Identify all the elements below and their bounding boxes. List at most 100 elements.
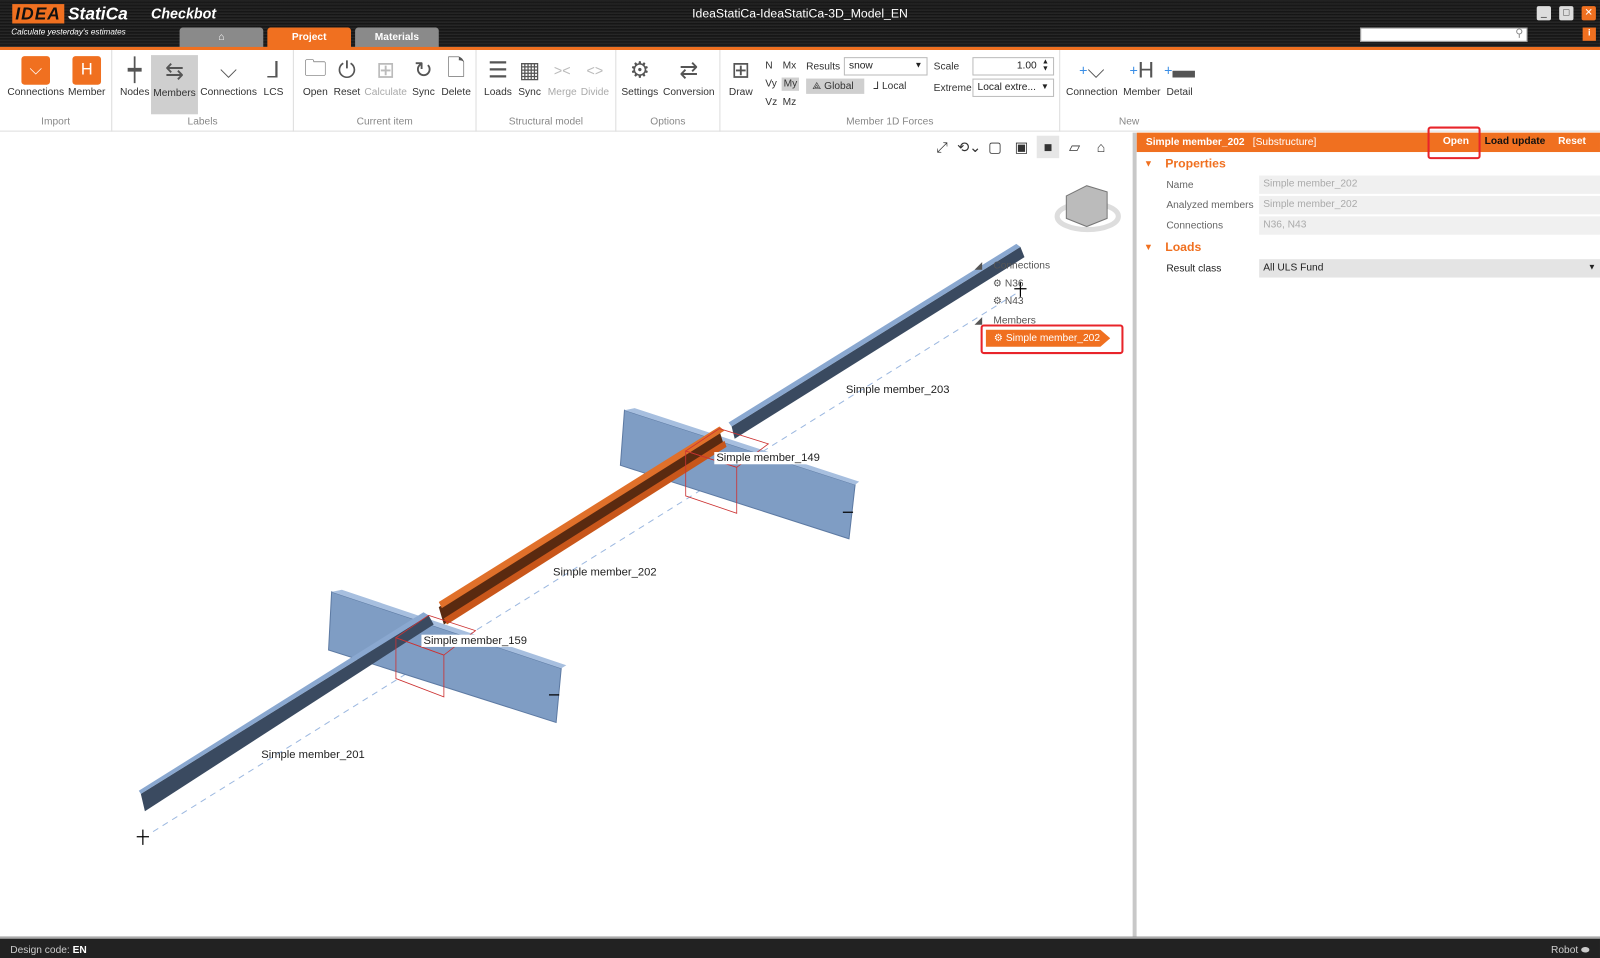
minimize-button[interactable]: _ [1536, 6, 1552, 21]
window-title: IdeaStatiCa-IdeaStatiCa-3D_Model_EN [692, 6, 908, 21]
global-toggle[interactable]: ⟁ Global [806, 78, 865, 94]
force-my[interactable]: My [781, 77, 800, 91]
add-member-icon: + H [1129, 57, 1155, 83]
sliders-icon: ☰ [487, 57, 509, 83]
panel-subtitle: [Substructure] [1252, 136, 1317, 148]
fullscreen-icon[interactable]: ⤢ [931, 136, 953, 158]
connection-icon: ⌵ [21, 56, 50, 85]
members-icon: ⇆ [165, 58, 184, 84]
tree-item-selected-member[interactable]: ⚙ Simple member_202 [985, 329, 1111, 347]
gear-icon: ⚙ [992, 295, 1003, 308]
member-201[interactable] [138, 612, 434, 812]
force-vy[interactable]: Vy [765, 79, 777, 90]
new-member-button[interactable]: + H Member [1121, 54, 1162, 111]
3d-viewport[interactable]: Simple member_203 Simple member_149 Simp… [0, 132, 1133, 937]
home-view-icon[interactable]: ⌂ [1090, 136, 1112, 158]
section-view-icon[interactable]: ▱ [1063, 136, 1085, 158]
tab-home[interactable]: ⌂ [179, 27, 264, 47]
connections-icon: ⌵ [220, 57, 238, 83]
solid-view-icon[interactable]: ■ [1036, 135, 1060, 159]
group-labels: ┿ Nodes ⇆ Members ⌵ Connections ⅃ LCS Labels [112, 49, 294, 132]
view-cube[interactable] [1054, 185, 1121, 233]
tab-project[interactable]: Project [267, 27, 352, 47]
force-mx[interactable]: Mx [783, 60, 797, 71]
member-icon: H [72, 56, 102, 85]
model-sync-button[interactable]: ▦ Sync [515, 54, 544, 111]
reset-button[interactable]: ⏻ Reset [332, 54, 363, 111]
extreme-label: Extreme [933, 82, 972, 94]
refresh-icon: ↻ [414, 57, 433, 83]
scale-stepper[interactable]: 1.00 ▲ ▼ [972, 57, 1055, 76]
group-current-item: 🗀 Open ⏻ Reset ⊞ Calculate ↻ Sync 🗋 Delete Cu… [294, 49, 477, 132]
labels-connections-button[interactable]: ⌵ Connections [200, 54, 257, 111]
conversion-button[interactable]: ⇄ Conversion [661, 54, 716, 111]
chevron-down-icon: ▼ [1040, 81, 1049, 91]
tree-item-n43[interactable]: ⚙ N43 [993, 296, 1024, 307]
sync-button[interactable]: ↻ Sync [409, 54, 438, 111]
design-code-label: Design code: [10, 944, 70, 957]
close-button[interactable]: ✕ [1581, 6, 1596, 21]
tree-item-n36[interactable]: ⚙ N36 [993, 279, 1024, 290]
labels-nodes-button[interactable]: ┿ Nodes [117, 54, 152, 111]
group-options: ⚙ Settings ⇄ Conversion Options [616, 49, 721, 132]
grid-sync-icon: ▦ [518, 57, 541, 83]
model-scene[interactable] [0, 133, 1133, 937]
wireframe-view-icon[interactable]: ▢ [984, 136, 1006, 158]
status-bar: Design code: EN Robot ⬬ [0, 936, 1600, 958]
section-properties[interactable]: ▼ Properties [1137, 152, 1600, 174]
tab-materials[interactable]: Materials [355, 27, 439, 47]
results-dropdown[interactable]: snow ▼ [843, 57, 928, 76]
rotate-icon[interactable]: ⟲⌄ [957, 136, 981, 158]
new-connection-button[interactable]: + ⌵ Connection [1065, 54, 1118, 111]
maximize-button[interactable]: □ [1559, 6, 1574, 21]
calculator-icon: ⊞ [376, 57, 396, 83]
force-vz[interactable]: Vz [765, 97, 777, 108]
label-member-201: Simple member_201 [261, 748, 365, 762]
property-analyzed-members: Analyzed members Simple member_202 [1137, 195, 1600, 215]
group-member-forces: ⊞ Draw N Vy Vz Mx My Mz Results snow ▼ ⟁ G… [720, 49, 1061, 132]
properties-panel: Simple member_202 [Substructure] Open Loa… [1136, 126, 1600, 937]
force-mz[interactable]: Mz [783, 97, 797, 108]
gear-icon: ⚙ [992, 278, 1003, 290]
local-toggle[interactable]: ⅃ Local [873, 81, 906, 92]
group-label: Current item [356, 116, 413, 128]
property-result-class: Result class All ULS Fund ▼ [1137, 258, 1600, 278]
member-202[interactable] [438, 426, 727, 625]
open-button[interactable]: 🗀 Open [300, 54, 331, 111]
divide-button[interactable]: <> Divide [579, 54, 612, 111]
extreme-dropdown[interactable]: Local extre... ▼ [972, 78, 1055, 97]
labels-lcs-button[interactable]: ⅃ LCS [260, 54, 287, 111]
group-structural-model: ☰ Loads ▦ Sync >< Merge <> Divide Structural… [477, 49, 617, 132]
chevron-down-icon: ▼ [914, 60, 923, 70]
result-class-dropdown[interactable]: All ULS Fund ▼ [1259, 259, 1600, 278]
loads-button[interactable]: ☰ Loads [482, 54, 515, 111]
panel-open-button[interactable]: Open [1443, 136, 1469, 147]
gear-icon: ⚙ [629, 57, 650, 83]
calculate-button[interactable]: ⊞ Calculate [363, 54, 408, 111]
delete-button[interactable]: 🗋 Delete [440, 54, 473, 111]
settings-button[interactable]: ⚙ Settings [621, 54, 658, 111]
search-icon: ⚲ [1515, 27, 1524, 40]
group-label: Labels [187, 116, 218, 128]
load-update-button[interactable]: Load update [1485, 136, 1546, 147]
merge-button[interactable]: >< Merge [546, 54, 579, 111]
force-n[interactable]: N [765, 60, 772, 71]
tree-connections[interactable]: ◢ Connections [974, 260, 1050, 271]
import-member-button[interactable]: H Member [65, 54, 108, 111]
labels-members-button[interactable]: ⇆ Members [151, 55, 198, 115]
label-member-159: Simple member_159 [421, 634, 530, 647]
section-loads[interactable]: ▼ Loads [1137, 236, 1600, 258]
panel-reset-button[interactable]: Reset [1558, 136, 1586, 147]
panel-title: Simple member_202 [1145, 136, 1245, 148]
search-input[interactable]: ⚲ [1360, 27, 1528, 42]
results-label: Results [806, 61, 841, 73]
import-connections-button[interactable]: ⌵ Connections [6, 54, 65, 111]
robot-label: Robot [1550, 944, 1579, 957]
ribbon: ⌵ Connections H Member Import ┿ Nodes ⇆ Memb… [0, 49, 1600, 132]
info-icon[interactable]: i [1582, 27, 1596, 41]
label-member-203: Simple member_203 [845, 383, 950, 396]
nodes-icon: ┿ [127, 57, 142, 83]
transparent-view-icon[interactable]: ▣ [1010, 136, 1032, 158]
draw-button[interactable]: ⊞ Draw [724, 54, 757, 111]
new-detail-button[interactable]: + ▬ Detail [1164, 54, 1195, 111]
